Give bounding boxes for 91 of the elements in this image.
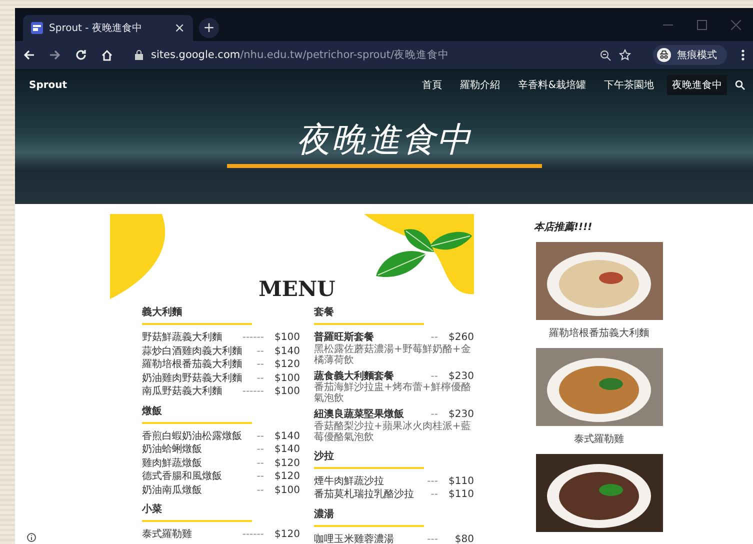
back-arrow-icon[interactable] (23, 49, 35, 61)
dish-price: $80 (454, 534, 474, 544)
forward-arrow-icon[interactable] (49, 49, 61, 61)
menu-title: MENU (258, 276, 336, 301)
dish-price: $120 (274, 359, 300, 370)
dish-price: $120 (274, 458, 300, 468)
dish-name: 煙牛肉鮮蔬沙拉 (314, 474, 385, 488)
dash-leader: -- (256, 484, 265, 496)
nav-link[interactable]: 夜晚進食中 (667, 75, 727, 95)
dish-price: $110 (448, 476, 474, 486)
dash-leader: -- (256, 346, 265, 356)
dash-leader: -- (256, 359, 265, 370)
star-icon[interactable] (619, 49, 631, 61)
dash-leader: ------ (241, 386, 265, 397)
dish-name: 蒜炒白酒雞肉義大利麵 (142, 344, 243, 358)
dash-leader: -- (430, 409, 439, 420)
dish-price: $120 (274, 529, 300, 540)
dish-price: $230 (448, 370, 474, 382)
nav-link[interactable]: 首頁 (417, 75, 448, 95)
dish-name: 德式香腸和風燉飯 (142, 470, 223, 483)
dash-leader: --- (426, 534, 439, 544)
browser-tab[interactable]: Sprout - 夜晚進食中 × (23, 15, 193, 41)
dish-price: $100 (274, 386, 300, 397)
dish-name: 奶油南瓜燉飯 (142, 484, 203, 496)
section-heading: 義大利麵 (142, 306, 183, 319)
dish-name: 雞肉鮮蔬燉飯 (142, 456, 203, 470)
dish-price: $140 (274, 346, 300, 356)
dish-name: 南瓜野菇義大利麵 (142, 384, 223, 398)
tab-title: Sprout - 夜晚進食中 (49, 22, 143, 35)
nav-link[interactable]: 下午茶園地 (599, 75, 659, 95)
reload-icon[interactable] (75, 49, 87, 61)
dash-leader: ------ (241, 332, 265, 343)
lock-icon (135, 50, 143, 60)
nav-link[interactable]: 羅勒介紹 (455, 75, 506, 95)
site-logo[interactable]: Sprout (29, 80, 68, 90)
dish-price: $100 (274, 332, 300, 343)
dash-leader: -- (256, 471, 265, 482)
new-tab-button[interactable]: + (199, 18, 219, 38)
dash-leader: -- (256, 444, 265, 455)
dish-name: 香煎白蝦奶油松露燉飯 (142, 430, 243, 442)
page-title: 夜晚進食中 (226, 117, 542, 168)
section-heading: 濃湯 (314, 508, 335, 520)
dash-leader: -- (430, 489, 439, 500)
home-icon[interactable] (101, 49, 113, 61)
search-icon[interactable] (735, 80, 745, 90)
section-heading: 小菜 (142, 502, 163, 516)
more-menu-icon[interactable] (741, 49, 745, 61)
dish-name: 咖哩玉米雞蓉濃湯 (314, 532, 395, 544)
dish-price: $100 (274, 484, 300, 496)
dish-price: $140 (274, 430, 300, 442)
dish-price: $230 (448, 409, 474, 420)
dash-leader: -- (256, 372, 265, 384)
address-bar[interactable]: sites.google.com/nhu.edu.tw/petrichor-sprout/夜晚進食中 (127, 45, 639, 65)
dish-name: 奶油蛤蜊燉飯 (142, 442, 203, 456)
recommend-title: 本店推薦!!!! (534, 220, 592, 234)
dash-leader: -- (430, 332, 439, 343)
incognito-profile-button[interactable]: 無痕模式 (653, 45, 727, 65)
tab-close-button[interactable]: × (174, 20, 185, 36)
section-heading: 套餐 (314, 306, 335, 319)
section-heading: 燉飯 (142, 404, 163, 418)
dash-leader: -- (256, 458, 265, 468)
dish-price: $260 (448, 332, 474, 343)
dash-leader: --- (426, 476, 439, 486)
incognito-icon (657, 48, 671, 62)
dish-name: 紐澳良蔬菜堅果燉飯 (314, 407, 405, 420)
dish-price: $100 (274, 372, 300, 384)
dish-name: 番茄莫札瑞拉乳酪沙拉 (314, 488, 415, 501)
close-icon[interactable] (731, 20, 741, 30)
dish-name: 泰式羅勒雞 (142, 528, 193, 541)
section-heading: 沙拉 (314, 450, 335, 462)
dish-caption: 泰式羅勒雞 (574, 432, 624, 446)
dish-price: $120 (274, 471, 300, 482)
set-description: 番茄海鮮沙拉盅+烤布蕾+鮮檸優酪氣泡飲 (314, 382, 472, 404)
set-description: 黑松露佐蘑菇濃湯+野莓鮮奶酪+金橘薄荷飲 (314, 344, 472, 366)
dish-price: $140 (274, 444, 300, 455)
set-description: 香菇酪梨沙拉+蘋果冰火肉桂派+藍莓優酪氣泡飲 (314, 420, 472, 442)
dish-caption: 羅勒培根番茄義大利麵 (549, 326, 649, 340)
dash-leader: -- (430, 370, 439, 382)
site-favicon-icon (31, 22, 43, 34)
dash-leader: ------ (241, 529, 265, 540)
nav-link[interactable]: 辛香料&栽培罐 (513, 75, 591, 95)
dish-name: 羅勒培根番茄義大利麵 (142, 358, 243, 371)
dish-name: 蔬食義大利麵套餐 (314, 370, 395, 382)
info-icon[interactable] (27, 533, 36, 542)
dish-name: 奶油雞肉野菇義大利麵 (142, 372, 243, 384)
maximize-icon[interactable] (697, 20, 707, 30)
dish-name: 野菇鮮蔬義大利麵 (142, 330, 223, 344)
dish-price: $110 (448, 489, 474, 500)
dash-leader: -- (256, 430, 265, 442)
zoom-out-icon[interactable] (600, 50, 611, 60)
dish-name: 普羅旺斯套餐 (314, 330, 375, 344)
